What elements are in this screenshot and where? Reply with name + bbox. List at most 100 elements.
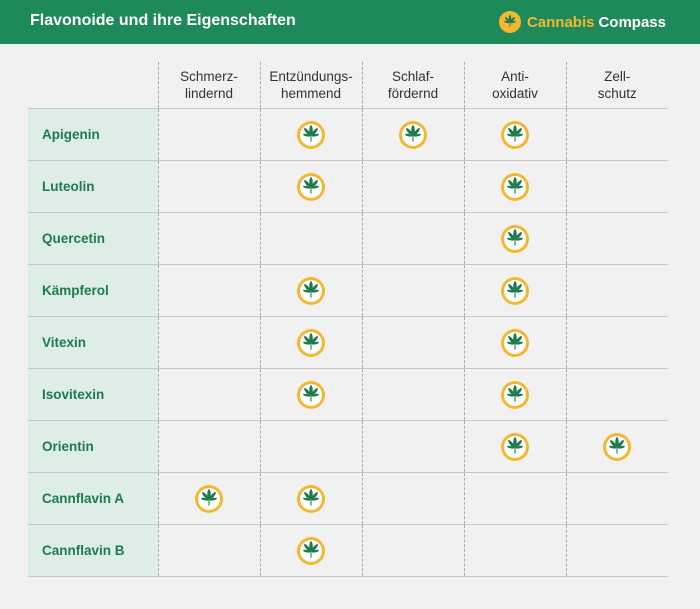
row-label: Vitexin (28, 316, 158, 369)
row-label: Cannflavin B (28, 524, 158, 577)
table-cell (565, 420, 668, 473)
column-header-line2: hemmend (280, 86, 342, 101)
cannabis-leaf-badge-icon (501, 224, 529, 253)
column-header: Anti-oxidativ (463, 62, 566, 109)
column-header-line1: Schmerz- (180, 69, 238, 84)
table-row: Cannflavin B (28, 524, 668, 577)
table-cell (259, 264, 362, 317)
table-cell (157, 264, 260, 317)
column-header-line2: oxidativ (492, 86, 538, 101)
column-header-line1: Anti- (501, 69, 529, 84)
table-cell (463, 316, 566, 369)
table-cell (565, 368, 668, 421)
column-header-line1: Zell- (604, 69, 631, 84)
column-header-line1: Entzündungs- (269, 69, 353, 84)
table-cell (565, 160, 668, 213)
cannabis-leaf-badge-icon (297, 276, 325, 305)
cannabis-leaf-icon (498, 11, 521, 33)
flavonoid-property-table: Schmerz-lindernd Entzündungs-hemmend Schla… (28, 62, 668, 577)
table-cell (157, 212, 260, 265)
column-header-line1: Schlaf- (391, 69, 435, 84)
cannabis-leaf-badge-icon (399, 120, 427, 149)
row-label: Apigenin (28, 108, 158, 161)
column-header: Schmerz-lindernd (157, 62, 260, 109)
table-cell (259, 420, 362, 473)
header-bar: Flavonoide und ihre Eigenschaften Cannab… (0, 0, 700, 44)
column-header-line2: fördernd (387, 86, 439, 101)
table-cell (361, 472, 464, 525)
table-cell (361, 160, 464, 213)
table-cell (463, 472, 566, 525)
table-row: Orientin (28, 420, 668, 473)
column-header-line2: schutz (597, 86, 637, 101)
cannabis-leaf-badge-icon (297, 380, 325, 409)
cannabis-leaf-badge-icon (297, 484, 325, 513)
cannabis-leaf-badge-icon (501, 120, 529, 149)
cannabis-leaf-badge-icon (501, 432, 529, 461)
table-row: Luteolin (28, 160, 668, 213)
cannabis-leaf-badge-icon (297, 172, 325, 201)
table-cell (157, 316, 260, 369)
column-header: Schlaf-fördernd (361, 62, 464, 109)
brand-word-cannabis: Cannabis (526, 13, 595, 31)
table-cell (361, 316, 464, 369)
table-cell (259, 108, 362, 161)
brand-logo: Cannabis Compass (498, 10, 666, 34)
column-header: Zell-schutz (565, 62, 668, 109)
table-cell (565, 524, 668, 577)
row-label: Quercetin (28, 212, 158, 265)
column-header: Entzündungs-hemmend (259, 62, 362, 109)
column-header-line2: lindernd (184, 86, 234, 101)
table-cell (565, 264, 668, 317)
table-cell (259, 160, 362, 213)
table-cell (463, 264, 566, 317)
table-cell (361, 524, 464, 577)
row-label: Isovitexin (28, 368, 158, 421)
table-cell (259, 316, 362, 369)
table-row: Vitexin (28, 316, 668, 369)
brand-word-compass: Compass (598, 13, 666, 31)
table-cell (463, 420, 566, 473)
cannabis-leaf-badge-icon (297, 328, 325, 357)
table-cell (463, 524, 566, 577)
table-cell (565, 108, 668, 161)
table-corner-cell (28, 62, 158, 109)
table-row: Isovitexin (28, 368, 668, 421)
table-row: Quercetin (28, 212, 668, 265)
table-cell (157, 472, 260, 525)
cannabis-leaf-badge-icon (501, 276, 529, 305)
table-cell (565, 316, 668, 369)
cannabis-leaf-badge-icon (501, 380, 529, 409)
table-cell (361, 212, 464, 265)
row-label: Orientin (28, 420, 158, 473)
table-cell (157, 524, 260, 577)
table-cell (463, 212, 566, 265)
table-cell (361, 108, 464, 161)
table-cell (157, 108, 260, 161)
table-cell (361, 264, 464, 317)
table-cell (259, 368, 362, 421)
table-cell (361, 368, 464, 421)
cannabis-leaf-badge-icon (603, 432, 632, 461)
table-cell (463, 108, 566, 161)
cannabis-leaf-badge-icon (297, 120, 325, 149)
table-cell (157, 420, 260, 473)
table-row: Apigenin (28, 108, 668, 161)
table-row: Cannflavin A (28, 472, 668, 525)
cannabis-leaf-badge-icon (501, 172, 529, 201)
table-row: Kämpferol (28, 264, 668, 317)
table-cell (157, 160, 260, 213)
table-header-row: Schmerz-lindernd Entzündungs-hemmend Schla… (28, 62, 668, 109)
table-cell (463, 368, 566, 421)
row-label: Luteolin (28, 160, 158, 213)
cannabis-leaf-badge-icon (195, 484, 223, 513)
row-label: Cannflavin A (28, 472, 158, 525)
row-label: Kämpferol (28, 264, 158, 317)
table-cell (565, 212, 668, 265)
cannabis-leaf-badge-icon (297, 536, 325, 565)
table-cell (361, 420, 464, 473)
table-cell (259, 472, 362, 525)
table-cell (565, 472, 668, 525)
page-title: Flavonoide und ihre Eigenschaften (30, 12, 296, 29)
table-cell (259, 524, 362, 577)
